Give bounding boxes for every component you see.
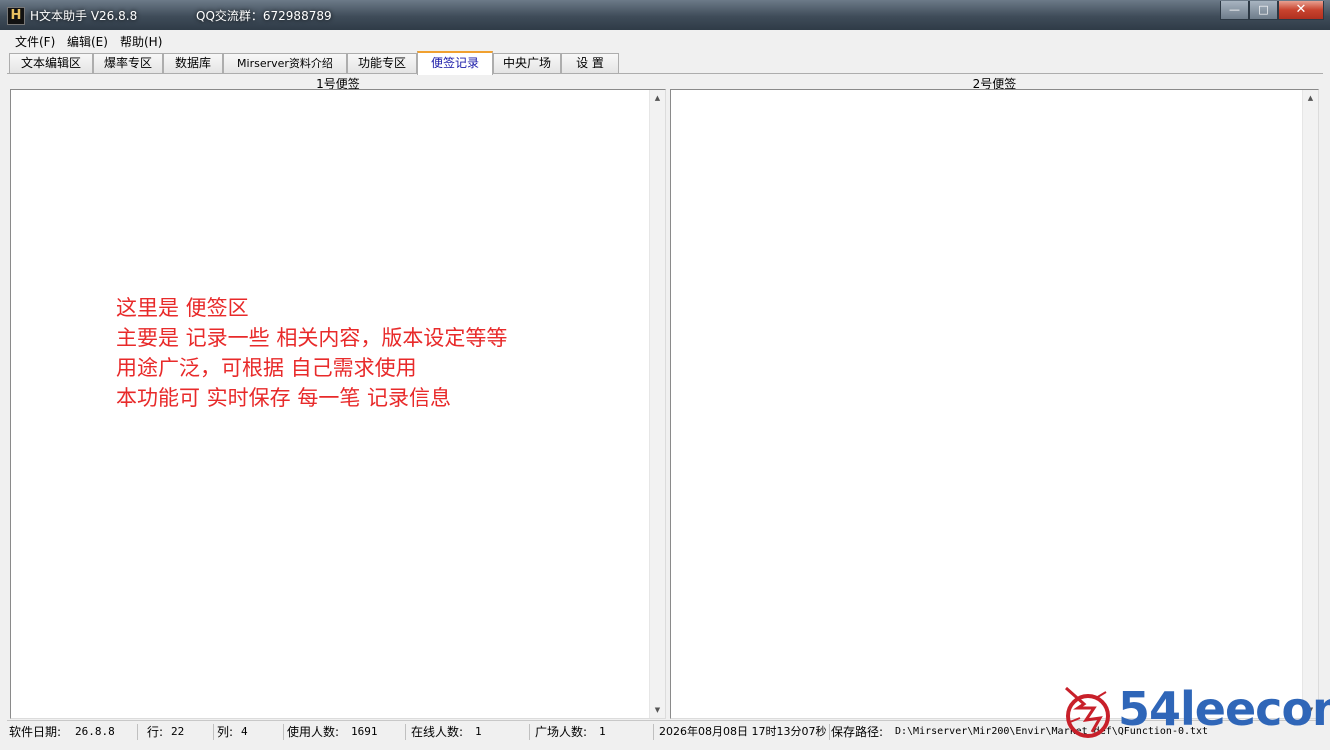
tab-mirserver-info[interactable]: Mirserver资料介绍	[223, 53, 347, 73]
title-bar[interactable]: H H文本助手 V26.8.8 QQ交流群：672988789 — □ ✕	[0, 0, 1330, 30]
status-plaza-label: 广场人数:	[535, 725, 588, 739]
tab-strip: 文本编辑区 爆率专区 数据库 Mirserver资料介绍 功能专区 便签记录 中…	[7, 51, 1323, 75]
note-1-line: 用途广泛，可根据 自己需求使用	[116, 356, 417, 380]
scroll-down-icon[interactable]: ▼	[650, 702, 665, 718]
caption-buttons: — □ ✕	[1220, 1, 1324, 21]
status-online-label: 在线人数:	[411, 725, 464, 739]
note-panel-2: 2号便签 ▲ ▼	[670, 75, 1319, 719]
tab-functions[interactable]: 功能专区	[347, 53, 417, 73]
dragon-logo-icon	[1065, 686, 1110, 738]
status-date-value: 26.8.8	[75, 724, 138, 740]
note-1-line: 主要是 记录一些 相关内容，版本设定等等	[116, 326, 508, 350]
tab-central-plaza[interactable]: 中央广场	[493, 53, 561, 73]
note-2-scrollbar[interactable]: ▲ ▼	[1302, 90, 1318, 718]
tab-settings[interactable]: 设 置	[561, 53, 619, 73]
qq-group-label: QQ交流群：672988789	[196, 9, 332, 23]
status-users-value: 1691	[351, 724, 406, 740]
status-users-label: 使用人数:	[287, 725, 340, 739]
app-window: H H文本助手 V26.8.8 QQ交流群：672988789 — □ ✕ 文件…	[0, 0, 1330, 750]
note-panel-1: 1号便签 这里是 便签区 主要是 记录一些 相关内容，版本设定等等 用途广泛，可…	[10, 75, 666, 719]
note-1-content: 这里是 便签区 主要是 记录一些 相关内容，版本设定等等 用途广泛，可根据 自己…	[116, 293, 507, 413]
menu-file[interactable]: 文件(F)	[15, 33, 55, 50]
status-row-label: 行:	[147, 725, 164, 739]
tab-drop-rate[interactable]: 爆率专区	[93, 53, 163, 73]
status-online-value: 1	[475, 724, 530, 740]
watermark-text: 54leecom	[1118, 682, 1330, 736]
scroll-up-icon[interactable]: ▲	[650, 90, 665, 106]
menu-edit[interactable]: 编辑(E)	[67, 33, 108, 50]
tab-database[interactable]: 数据库	[163, 53, 223, 73]
maximize-button[interactable]: □	[1249, 1, 1278, 20]
status-row-value: 22	[171, 724, 214, 740]
status-plaza-value: 1	[599, 724, 654, 740]
tab-notes[interactable]: 便签记录	[417, 51, 493, 75]
tab-text-editor[interactable]: 文本编辑区	[9, 53, 93, 73]
close-button[interactable]: ✕	[1278, 1, 1324, 20]
watermark-logo: 54leecom	[1056, 678, 1330, 744]
note-1-line: 这里是 便签区	[116, 296, 249, 320]
note-1-line: 本功能可 实时保存 每一笔 记录信息	[116, 386, 452, 410]
status-path-label: 保存路径:	[831, 725, 884, 739]
status-date-label: 软件日期:	[9, 725, 62, 739]
status-col-value: 4	[241, 724, 284, 740]
client-area: 文件(F) 编辑(E) 帮助(H) 文本编辑区 爆率专区 数据库 Mirserv…	[7, 30, 1323, 743]
scroll-up-icon[interactable]: ▲	[1303, 90, 1318, 106]
menu-bar: 文件(F) 编辑(E) 帮助(H)	[7, 30, 1323, 49]
window-title: H文本助手 V26.8.8	[30, 9, 138, 23]
note-2-textarea[interactable]: ▲ ▼	[670, 89, 1319, 719]
app-logo-icon: H	[7, 7, 25, 25]
note-1-scrollbar[interactable]: ▲ ▼	[649, 90, 665, 718]
note-1-textarea[interactable]: 这里是 便签区 主要是 记录一些 相关内容，版本设定等等 用途广泛，可根据 自己…	[10, 89, 666, 719]
menu-help[interactable]: 帮助(H)	[120, 33, 162, 50]
status-datetime: 2026年08月08日 17时13分07秒	[659, 724, 830, 740]
status-col-label: 列:	[217, 725, 234, 739]
minimize-button[interactable]: —	[1220, 1, 1249, 20]
